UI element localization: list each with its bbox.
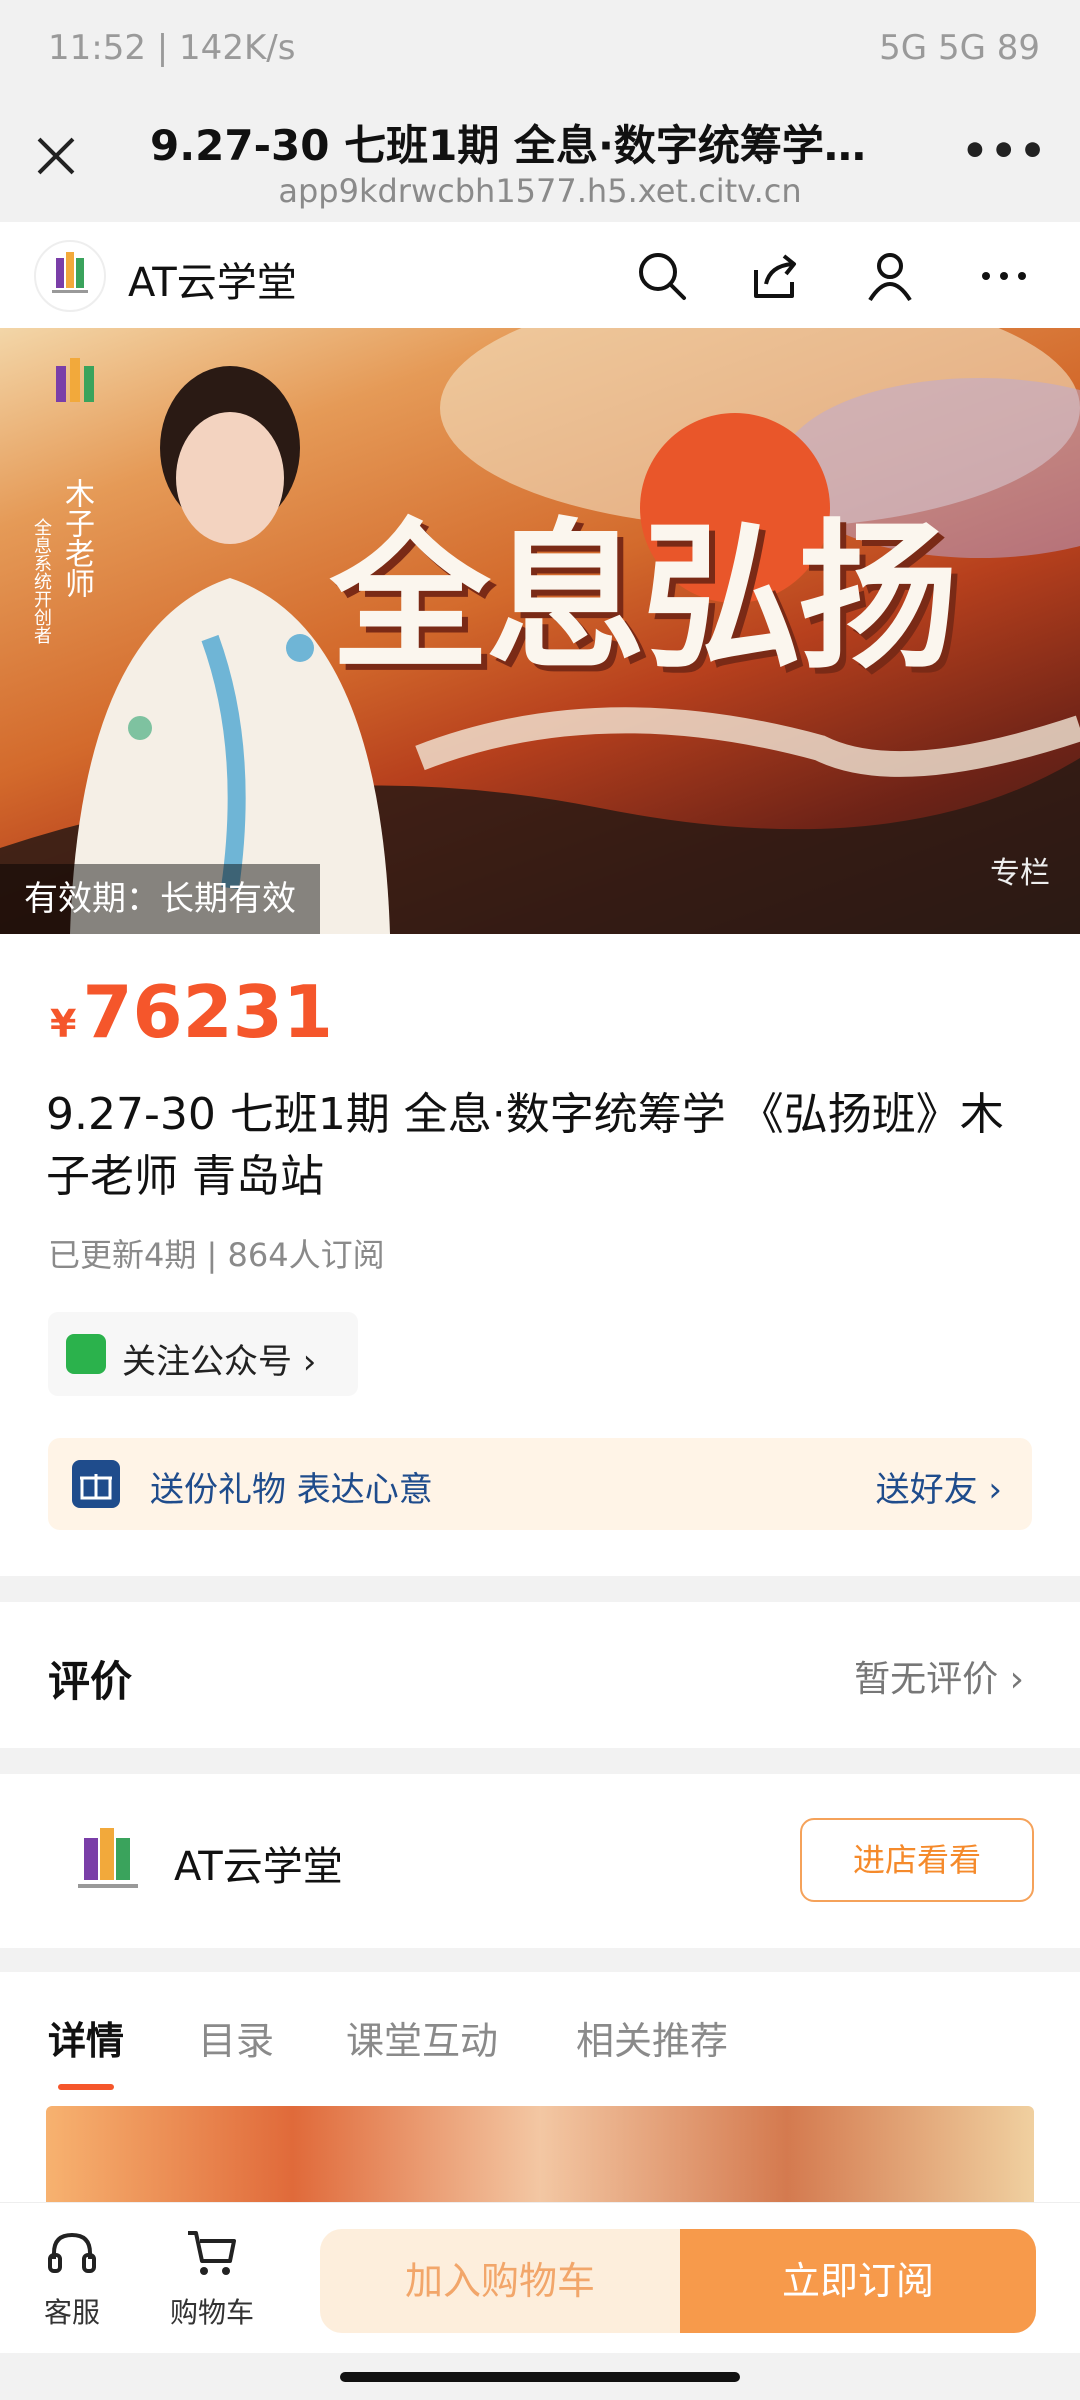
currency-symbol: ¥: [50, 1002, 77, 1046]
status-bar: 11:52 | 142K/s 5G 5G 89: [0, 0, 1080, 100]
more-icon[interactable]: [976, 248, 1032, 304]
wechat-icon: [66, 1334, 106, 1374]
search-icon[interactable]: [634, 248, 690, 304]
shop-logo[interactable]: [58, 1812, 158, 1912]
visit-shop-button[interactable]: 进店看看: [800, 1818, 1034, 1902]
tab-bar: 详情 目录 课堂互动 相关推荐: [0, 1972, 1080, 2202]
store-header: AT云学堂: [0, 222, 1080, 329]
service-label: 客服: [43, 2296, 100, 2329]
teacher-title: 全息系统开创者: [31, 518, 52, 644]
user-icon[interactable]: [862, 248, 918, 304]
status-right: 5G 5G 89: [879, 28, 1040, 68]
cart-button[interactable]: 购物车: [162, 2225, 262, 2331]
teacher-name: 木子老师: [59, 478, 94, 598]
cart-icon: [188, 2231, 236, 2275]
home-indicator[interactable]: [340, 2372, 740, 2382]
page-title: 9.27-30 七班1期 全息·数字统筹学…: [150, 121, 866, 170]
gift-banner[interactable]: 送份礼物 表达心意 送好友 ›: [48, 1438, 1032, 1530]
product-info: ¥76231 9.27-30 七班1期 全息·数字统筹学 《弘扬班》木子老师 青…: [0, 934, 1080, 1576]
price-value: 76231: [82, 970, 333, 1054]
shop-section: AT云学堂 进店看看: [0, 1774, 1080, 1948]
bottom-action-bar: 客服 购物车 加入购物车 立即订阅: [0, 2202, 1080, 2353]
follow-label: 关注公众号 ›: [122, 1342, 317, 1382]
price: ¥76231: [50, 970, 333, 1054]
browser-bar: 9.27-30 七班1期 全息·数字统筹学… app9kdrwcbh1577.h…: [0, 100, 1080, 222]
course-meta: 已更新4期 | 864人订阅: [48, 1236, 385, 1274]
shop-name[interactable]: AT云学堂: [174, 1834, 343, 1892]
review-section[interactable]: 评价 暂无评价 ›: [0, 1602, 1080, 1748]
review-title: 评价: [48, 1657, 133, 1706]
headset-icon: [48, 2232, 96, 2273]
course-title: 9.27-30 七班1期 全息·数字统筹学 《弘扬班》木子老师 青岛站: [46, 1089, 1004, 1202]
review-value: 暂无评价 ›: [854, 1659, 1024, 1700]
gift-friend-link[interactable]: 送好友 ›: [876, 1462, 1002, 1511]
column-badge: 专栏: [990, 856, 1050, 891]
gift-text: 送份礼物 表达心意: [150, 1470, 433, 1510]
cart-label: 购物车: [169, 2296, 254, 2329]
customer-service-button[interactable]: 客服: [22, 2225, 122, 2331]
url-text: app9kdrwcbh1577.h5.xet.citv.cn: [278, 172, 802, 210]
detail-image: [46, 2106, 1034, 2202]
gift-icon: [72, 1460, 120, 1508]
banner-headline: 全息弘扬: [330, 503, 958, 691]
validity-badge: 有效期：长期有效: [0, 864, 320, 934]
follow-official-account-button[interactable]: 关注公众号 ›: [48, 1312, 358, 1396]
add-to-cart-button[interactable]: 加入购物车: [320, 2229, 680, 2333]
more-horizontal-icon[interactable]: •••: [961, 126, 1048, 175]
store-name[interactable]: AT云学堂: [128, 250, 297, 308]
store-logo[interactable]: [34, 240, 106, 312]
course-banner[interactable]: 木子老师 全息系统开创者 全息弘扬 有效期：长期有效 专栏: [0, 328, 1080, 934]
tab-class-interaction[interactable]: 课堂互动: [346, 2010, 498, 2065]
tab-underline: [58, 2084, 114, 2090]
status-left: 11:52 | 142K/s: [48, 28, 296, 68]
subscribe-now-button[interactable]: 立即订阅: [680, 2229, 1036, 2333]
share-icon[interactable]: [748, 248, 804, 304]
tab-catalog[interactable]: 目录: [198, 2010, 274, 2065]
tab-recommendations[interactable]: 相关推荐: [576, 2010, 728, 2065]
tab-details[interactable]: 详情: [48, 2010, 124, 2065]
